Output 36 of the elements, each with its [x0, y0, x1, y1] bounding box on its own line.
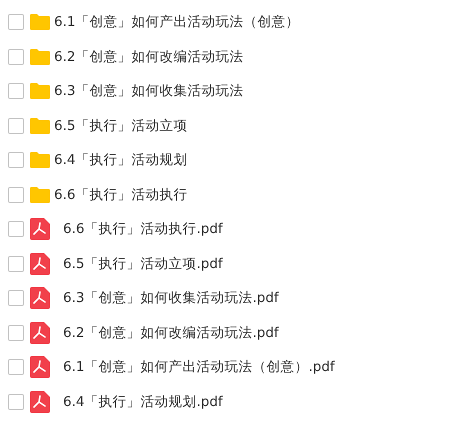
folder-icon — [30, 48, 50, 65]
pdf-icon — [30, 390, 50, 413]
checkbox[interactable] — [8, 14, 24, 30]
file-name[interactable]: 6.2「创意」如何改编活动玩法.pdf — [63, 324, 279, 342]
file-name[interactable]: 6.5「执行」活动立项 — [54, 116, 188, 135]
checkbox[interactable] — [8, 118, 24, 134]
file-name[interactable]: 6.6「执行」活动执行 — [54, 186, 188, 204]
pdf-icon — [30, 218, 50, 240]
file-name[interactable]: 6.2「创意」如何改编活动玩法 — [54, 48, 244, 66]
folder-icon — [30, 186, 50, 203]
checkbox[interactable] — [8, 48, 24, 65]
checkbox[interactable] — [8, 324, 24, 341]
checkbox[interactable] — [8, 83, 24, 100]
folder-icon — [30, 83, 50, 100]
folder-icon — [30, 152, 50, 168]
checkbox[interactable] — [8, 359, 24, 376]
pdf-icon — [30, 252, 50, 275]
checkbox[interactable] — [8, 221, 24, 238]
pdf-icon — [30, 356, 50, 378]
folder-icon — [30, 118, 50, 134]
file-name[interactable]: 6.1「创意」如何产出活动玩法（创意）.pdf — [63, 358, 335, 376]
pdf-icon — [30, 287, 50, 310]
folder-icon — [30, 14, 50, 30]
file-name[interactable]: 6.3「创意」如何收集活动玩法 — [54, 82, 244, 100]
checkbox[interactable] — [8, 394, 24, 410]
file-name[interactable]: 6.3「创意」如何收集活动玩法.pdf — [63, 289, 279, 308]
pdf-icon — [30, 322, 50, 344]
file-name[interactable]: 6.4「执行」活动规划.pdf — [63, 392, 223, 411]
checkbox[interactable] — [8, 290, 24, 306]
file-name[interactable]: 6.6「执行」活动执行.pdf — [63, 220, 223, 238]
checkbox[interactable] — [8, 186, 24, 203]
file-name[interactable]: 6.5「执行」活动立项.pdf — [63, 254, 223, 273]
file-name[interactable]: 6.1「创意」如何产出活动玩法（创意） — [54, 13, 300, 32]
checkbox[interactable] — [8, 152, 24, 168]
checkbox[interactable] — [8, 256, 24, 272]
file-name[interactable]: 6.4「执行」活动规划 — [54, 151, 188, 170]
